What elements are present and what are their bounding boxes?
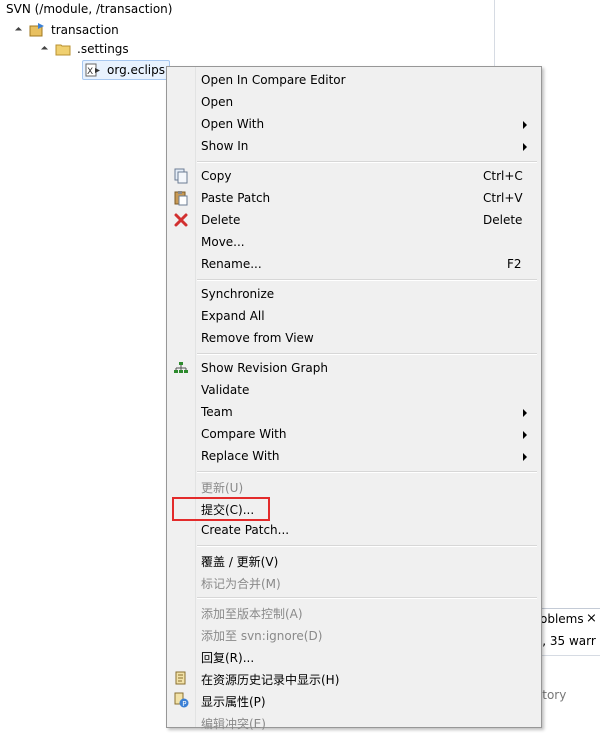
menu-item-revert[interactable]: 回复(R)... [167,645,541,667]
menu-item-label: Remove from View [201,331,314,345]
menu-item-label: Open With [201,117,265,131]
menu-item-label: Compare With [201,427,287,441]
menu-item-compare-with[interactable]: Compare With [167,423,541,445]
menu-item-label: Copy [201,169,232,183]
menu-item-validate[interactable]: Validate [167,379,541,401]
menu-item-add-to-version-control: 添加至版本控制(A) [167,601,541,623]
tree-item-label: .settings [77,42,129,56]
menu-separator-highlight [197,354,537,355]
menu-item-show-in-history[interactable]: 在资源历史记录中显示(H) [167,667,541,689]
menu-item-add-to-svn-ignore: 添加至 svn:ignore(D) [167,623,541,645]
tree-item-org-eclipse[interactable]: X org.eclips [82,60,171,80]
menu-separator-highlight [197,280,537,281]
menu-item-show-properties[interactable]: P 显示属性(P) [167,689,541,711]
menu-item-expand-all[interactable]: Expand All [167,305,541,327]
menu-item-remove-from-view[interactable]: Remove from View [167,327,541,349]
menu-separator-highlight [197,598,537,599]
menu-item-shortcut: Ctrl+C [483,169,523,183]
menu-item-replace-with[interactable]: Replace With [167,445,541,467]
menu-item-create-patch[interactable]: Create Patch... [167,519,541,541]
tree-item-transaction[interactable]: transaction [14,21,119,39]
menu-item-label: 标记为合并(M) [201,577,281,591]
menu-item-move[interactable]: Move... [167,231,541,253]
tree-item-settings[interactable]: .settings [40,40,129,58]
menu-item-synchronize[interactable]: Synchronize [167,283,541,305]
menu-item-label: Synchronize [201,287,275,301]
menu-item-label: 编辑冲突(E) [201,717,266,731]
menu-item-shortcut: Ctrl+V [483,191,523,205]
menu-item-label: 覆盖 / 更新(V) [201,555,279,569]
menu-item-label: 更新(U) [201,481,244,495]
tree-item-label: org.eclips [107,63,166,77]
menu-item-show-revision-graph[interactable]: Show Revision Graph [167,357,541,379]
close-icon[interactable]: ⨯ [586,611,597,626]
menu-item-update: 更新(U) [167,475,541,497]
problems-summary: s, 35 warr [536,634,596,648]
tree-item-label: transaction [51,23,119,37]
menu-item-label: 回复(R)... [201,651,255,665]
menu-item-label: Show In [201,139,249,153]
menu-item-open-with[interactable]: Open With [167,113,541,135]
submenu-arrow-icon [523,453,527,461]
menu-item-open-in-compare-editor[interactable]: Open In Compare Editor [167,69,541,91]
expand-arrow-icon[interactable] [40,45,49,53]
menu-item-label: 在资源历史记录中显示(H) [201,673,340,687]
problems-tab-label: oblems [540,612,584,626]
menu-item-label: Show Revision Graph [201,361,328,375]
menu-item-paste-patch[interactable]: Paste Patch Ctrl+V [167,187,541,209]
menu-separator-highlight [197,162,537,163]
submenu-arrow-icon [523,409,527,417]
menu-item-team[interactable]: Team [167,401,541,423]
xml-file-icon: X [85,62,101,78]
menu-item-label: 显示属性(P) [201,695,266,709]
menu-item-label: Open [201,95,234,109]
highlight-annotation-box [172,497,270,521]
submenu-arrow-icon [523,121,527,129]
menu-item-label: Expand All [201,309,265,323]
menu-item-label: Open In Compare Editor [201,73,346,87]
menu-item-copy[interactable]: Copy Ctrl+C [167,165,541,187]
menu-item-shortcut: Delete [483,213,523,227]
menu-item-label: 添加至 svn:ignore(D) [201,629,323,643]
project-icon [29,22,45,38]
svg-text:X: X [87,67,93,77]
menu-item-label: Delete [201,213,241,227]
menu-item-mark-as-merged: 标记为合并(M) [167,571,541,593]
menu-item-label: Paste Patch [201,191,271,205]
menu-item-label: Create Patch... [201,523,290,537]
menu-item-open[interactable]: Open [167,91,541,113]
menu-item-show-in[interactable]: Show In [167,135,541,157]
menu-item-label: Move... [201,235,245,249]
copy-icon [173,168,189,184]
delete-icon [173,212,189,228]
history-icon [173,670,189,686]
menu-item-edit-conflicts: 编辑冲突(E) [167,711,541,733]
menu-item-label: Team [201,405,233,419]
menu-item-label: Replace With [201,449,280,463]
submenu-arrow-icon [523,431,527,439]
menu-separator-highlight [197,472,537,473]
menu-item-label: Validate [201,383,250,397]
revision-graph-icon [173,360,189,376]
expand-arrow-icon[interactable] [14,26,23,34]
menu-item-shortcut: F2 [507,257,522,271]
menu-item-override-update[interactable]: 覆盖 / 更新(V) [167,549,541,571]
properties-icon: P [173,692,189,708]
context-menu: Open In Compare Editor Open Open With Sh… [166,66,542,731]
menu-item-label: Rename... [201,257,262,271]
tree-root-label: SVN (/module, /transaction) [6,2,173,16]
submenu-arrow-icon [523,143,527,151]
svg-text:P: P [182,700,186,708]
menu-separator-highlight [197,546,537,547]
folder-icon [55,41,71,57]
menu-item-label: 添加至版本控制(A) [201,607,303,621]
menu-item-rename[interactable]: Rename... F2 [167,253,541,275]
menu-item-delete[interactable]: Delete Delete [167,209,541,231]
paste-icon [173,190,189,206]
